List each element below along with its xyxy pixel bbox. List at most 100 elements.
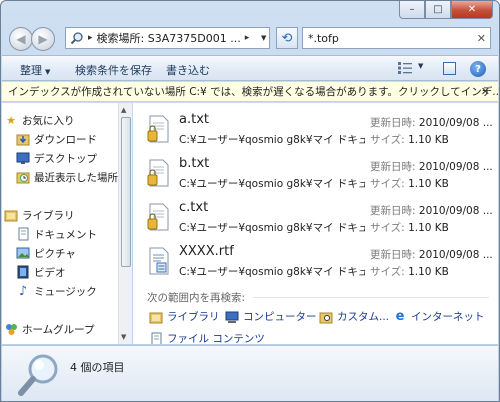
forward-button[interactable]: ▶ xyxy=(31,27,55,51)
explorer-window: – □ ✕ ◀ ▶ ▸ 検索場所: S3A7375D001 ... ▸ ▼ ⟲ … xyxy=(0,0,500,402)
computer-icon xyxy=(225,310,239,324)
rtf-document-icon xyxy=(149,247,169,275)
navigation-pane: ★ お気に入り ダウンロード デスクトップ 最近表示した場所 ライブラリ ドキュ… xyxy=(2,103,118,344)
scroll-down-icon[interactable]: ▼ xyxy=(121,333,126,341)
nav-music[interactable]: ♪ ミュージック xyxy=(16,282,97,300)
nav-recent-places[interactable]: 最近表示した場所 xyxy=(16,168,118,186)
search-location-icon xyxy=(70,32,83,45)
result-name[interactable]: XXXX.rtf xyxy=(179,244,234,259)
custom-folder-icon xyxy=(319,310,333,324)
breadcrumb-chevron-icon[interactable]: ▸ xyxy=(88,33,93,43)
documents-icon xyxy=(16,227,30,241)
result-item[interactable]: b.txt C:¥ユーザー¥qosmio g8k¥マイ ドキュ... 更新日時:… xyxy=(133,151,498,195)
info-bar[interactable]: インデックスが作成されていない場所 C:¥ では、検索が遅くなる場合があります。… xyxy=(2,82,498,102)
search-again-custom-label: カスタム... xyxy=(337,311,390,323)
downloads-folder-icon xyxy=(16,132,30,146)
search-again-libraries-label: ライブラリ xyxy=(167,311,220,323)
organize-label: 整理 xyxy=(20,64,42,77)
result-name[interactable]: a.txt xyxy=(179,112,209,127)
back-button[interactable]: ◀ xyxy=(9,27,33,51)
nav-documents[interactable]: ドキュメント xyxy=(16,225,97,243)
result-item[interactable]: a.txt C:¥ユーザー¥qosmio g8k¥マイ ドキュ... 更新日時:… xyxy=(133,107,498,151)
result-item[interactable]: XXXX.rtf C:¥ユーザー¥qosmio g8k¥マイ ドキュ... 更新… xyxy=(133,239,498,283)
info-bar-message[interactable]: インデックスが作成されていない場所 C:¥ では、検索が遅くなる場合があります。… xyxy=(8,84,498,99)
address-history-dropdown[interactable]: ▼ xyxy=(261,34,266,42)
result-path: C:¥ユーザー¥qosmio g8k¥マイ ドキュ... xyxy=(179,222,365,234)
preview-pane-icon[interactable] xyxy=(443,62,456,75)
minimize-button[interactable]: – xyxy=(399,1,425,19)
search-again-computer[interactable]: コンピューター xyxy=(225,309,317,324)
result-size: サイズ: 1.10 KB xyxy=(370,134,449,146)
organize-button[interactable]: 整理 ▼ xyxy=(20,62,50,78)
nav-videos-label: ビデオ xyxy=(34,266,66,279)
result-size: サイズ: 1.10 KB xyxy=(370,178,449,190)
nav-libraries[interactable]: ライブラリ xyxy=(4,206,75,224)
result-size: サイズ: 1.10 KB xyxy=(370,266,449,278)
navigation-scrollbar[interactable]: ▲ ▼ xyxy=(118,103,132,344)
nav-pictures-label: ピクチャ xyxy=(34,247,76,260)
arrow-right-icon: ▶ xyxy=(38,32,48,46)
maximize-button[interactable]: □ xyxy=(425,1,451,19)
result-path: C:¥ユーザー¥qosmio g8k¥マイ ドキュ... xyxy=(179,134,365,146)
nav-music-label: ミュージック xyxy=(34,285,97,298)
view-dropdown-icon[interactable]: ▼ xyxy=(418,62,423,70)
command-bar: 整理 ▼ 検索条件を保存 書き込む ▼ ? xyxy=(2,55,498,81)
result-date: 更新日時: 2010/09/08 ... xyxy=(370,117,493,129)
dropdown-arrow-icon: ▼ xyxy=(45,68,51,76)
pictures-icon xyxy=(16,246,30,260)
music-note-icon: ♪ xyxy=(18,283,28,299)
result-name[interactable]: b.txt xyxy=(179,156,209,171)
scroll-up-icon[interactable]: ▲ xyxy=(121,106,126,114)
result-item[interactable]: c.txt C:¥ユーザー¥qosmio g8k¥マイ ドキュ... 更新日時:… xyxy=(133,195,498,239)
search-input[interactable]: *.tofp ✕ xyxy=(302,27,491,49)
search-again-libraries[interactable]: ライブラリ xyxy=(149,309,220,324)
nav-desktop[interactable]: デスクトップ xyxy=(16,149,97,167)
burn-button[interactable]: 書き込む xyxy=(166,62,210,78)
text-file-icon xyxy=(147,159,169,187)
nav-favorites[interactable]: ★ お気に入り xyxy=(4,111,75,129)
address-path[interactable]: 検索場所: S3A7375D001 ... xyxy=(97,30,241,46)
search-again-file-contents[interactable]: ファイル コンテンツ xyxy=(149,331,265,344)
nav-homegroup-label: ホームグループ xyxy=(22,323,95,336)
help-icon[interactable]: ? xyxy=(470,61,486,77)
refresh-icon: ⟲ xyxy=(281,30,293,46)
search-query[interactable]: *.tofp xyxy=(308,32,339,45)
result-date: 更新日時: 2010/09/08 ... xyxy=(370,161,493,173)
search-again-custom[interactable]: カスタム... xyxy=(319,309,389,324)
scrollbar-thumb[interactable] xyxy=(121,117,131,267)
desktop-icon xyxy=(16,151,30,165)
breadcrumb-chevron-icon[interactable]: ▸ xyxy=(245,33,250,43)
change-view-icon[interactable] xyxy=(398,62,412,74)
refresh-button[interactable]: ⟲ xyxy=(276,27,298,49)
nav-videos[interactable]: ビデオ xyxy=(16,263,66,281)
nav-recent-label: 最近表示した場所 xyxy=(34,171,118,184)
nav-downloads[interactable]: ダウンロード xyxy=(16,130,97,148)
search-again-internet-label: インターネット xyxy=(411,311,485,323)
star-icon: ★ xyxy=(6,113,16,127)
document-icon xyxy=(149,332,163,344)
nav-pictures[interactable]: ピクチャ xyxy=(16,244,76,262)
result-name[interactable]: c.txt xyxy=(179,200,208,215)
search-again-divider xyxy=(253,297,489,298)
search-again-file-contents-label: ファイル コンテンツ xyxy=(167,333,265,344)
libraries-icon xyxy=(149,310,163,324)
videos-icon xyxy=(16,265,30,279)
save-search-button[interactable]: 検索条件を保存 xyxy=(75,62,152,78)
search-again-internet[interactable]: e インターネット xyxy=(393,309,485,324)
close-button[interactable]: ✕ xyxy=(451,1,493,19)
caption-buttons: – □ ✕ xyxy=(399,1,493,19)
result-path: C:¥ユーザー¥qosmio g8k¥マイ ドキュ... xyxy=(179,178,365,190)
nav-homegroup[interactable]: ホームグループ xyxy=(4,320,95,338)
clear-search-icon[interactable]: ✕ xyxy=(477,32,486,45)
text-file-icon xyxy=(147,115,169,143)
info-bar-close-icon[interactable]: ✕ xyxy=(481,85,490,98)
address-bar[interactable]: ▸ 検索場所: S3A7375D001 ... ▸ xyxy=(65,27,270,49)
nav-documents-label: ドキュメント xyxy=(34,228,97,241)
nav-favorites-label: お気に入り xyxy=(22,114,75,127)
nav-libraries-label: ライブラリ xyxy=(22,209,75,222)
search-icon xyxy=(18,354,58,396)
text-file-icon xyxy=(147,203,169,231)
item-count: 4 個の項目 xyxy=(70,361,125,374)
internet-explorer-icon: e xyxy=(395,309,405,324)
result-date: 更新日時: 2010/09/08 ... xyxy=(370,205,493,217)
